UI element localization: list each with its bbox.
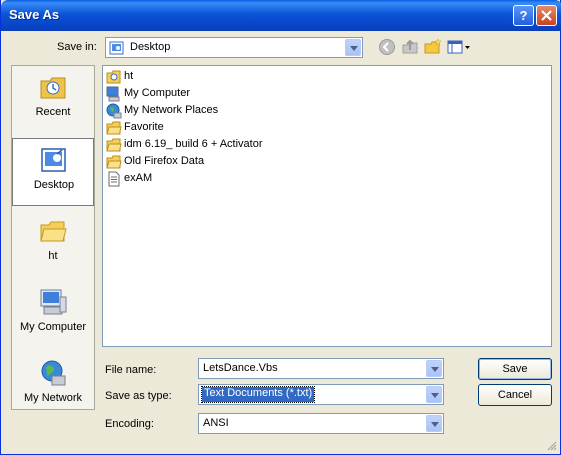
title-bar[interactable]: Save As ? <box>1 0 561 31</box>
places-item-my-computer[interactable]: My Computer <box>12 281 94 349</box>
places-item-desktop[interactable]: Desktop <box>12 138 94 206</box>
resize-grip-icon[interactable] <box>547 441 557 451</box>
places-label-ht: ht <box>48 250 58 262</box>
encoding-dropdown[interactable]: ANSI <box>198 413 444 434</box>
save-as-dialog: Save As ? Save in: Desktop Recent Deskto… <box>0 0 561 455</box>
file-name: My Computer <box>124 87 191 99</box>
file-name-value: LetsDance.Vbs <box>203 362 278 374</box>
chevron-down-icon[interactable] <box>426 386 442 403</box>
network-places-icon <box>106 103 122 119</box>
save-button[interactable]: Save <box>478 358 552 380</box>
save-in-dropdown[interactable]: Desktop <box>105 37 363 58</box>
file-name-field[interactable]: LetsDance.Vbs <box>198 358 444 379</box>
help-button[interactable]: ? <box>513 5 534 26</box>
save-in-value: Desktop <box>130 41 171 53</box>
close-icon <box>541 10 552 21</box>
file-name: exAM <box>124 172 153 184</box>
desktop-icon <box>109 41 124 55</box>
text-file-icon <box>108 171 120 187</box>
encoding-label: Encoding: <box>105 418 154 430</box>
file-name: idm 6.19_ build 6 + Activator <box>124 138 263 150</box>
file-name: Favorite <box>124 121 164 133</box>
places-label-desktop: Desktop <box>33 179 75 191</box>
places-item-ht[interactable]: ht <box>12 210 94 278</box>
my-computer-icon <box>106 86 120 102</box>
file-list[interactable]: ht My Computer My Network Places Favorit… <box>102 65 552 347</box>
places-label-recent: Recent <box>35 106 71 118</box>
chevron-down-icon[interactable] <box>426 360 442 377</box>
chevron-down-icon[interactable] <box>345 39 361 56</box>
chevron-down-icon[interactable] <box>426 415 442 432</box>
save-type-value: Text Documents (*.txt) <box>200 386 316 403</box>
list-item[interactable]: My Network Places <box>106 103 406 119</box>
file-name-label: File name: <box>105 364 157 376</box>
file-name: My Network Places <box>124 104 219 116</box>
save-in-label: Save in: <box>57 41 97 53</box>
folder-icon <box>106 155 122 169</box>
window-title: Save As <box>9 7 60 22</box>
folder-icon <box>106 121 122 135</box>
my-network-icon <box>41 360 66 386</box>
save-type-dropdown[interactable]: Text Documents (*.txt) <box>198 384 444 405</box>
recent-icon <box>40 77 66 99</box>
folder-icon <box>106 138 122 152</box>
desktop-icon <box>41 148 66 172</box>
my-computer-icon <box>40 289 67 315</box>
places-label-my-computer: My Computer <box>19 321 87 333</box>
cancel-button[interactable]: Cancel <box>478 384 552 406</box>
file-name: Old Firefox Data <box>124 155 205 167</box>
list-item[interactable]: My Computer <box>106 86 406 102</box>
list-item[interactable]: ht <box>106 69 406 85</box>
places-item-my-network[interactable]: My Network <box>12 352 94 420</box>
folder-icon <box>40 221 67 242</box>
list-item[interactable]: Old Firefox Data <box>106 154 406 170</box>
back-icon[interactable] <box>378 38 396 56</box>
views-menu-icon[interactable] <box>447 38 473 56</box>
file-name: ht <box>124 70 134 82</box>
new-folder-icon[interactable] <box>424 38 442 56</box>
save-type-label: Save as type: <box>105 390 172 402</box>
user-folder-icon <box>106 70 121 84</box>
places-item-recent[interactable]: Recent <box>12 66 94 134</box>
list-item[interactable]: idm 6.19_ build 6 + Activator <box>106 137 406 153</box>
list-item[interactable]: Favorite <box>106 120 406 136</box>
list-item[interactable]: exAM <box>106 171 406 187</box>
up-folder-icon[interactable] <box>401 38 419 56</box>
places-label-my-network: My Network <box>23 392 83 404</box>
close-button[interactable] <box>536 5 557 26</box>
places-bar: Recent Desktop ht My Computer My Network <box>11 65 95 410</box>
encoding-value: ANSI <box>203 417 229 429</box>
